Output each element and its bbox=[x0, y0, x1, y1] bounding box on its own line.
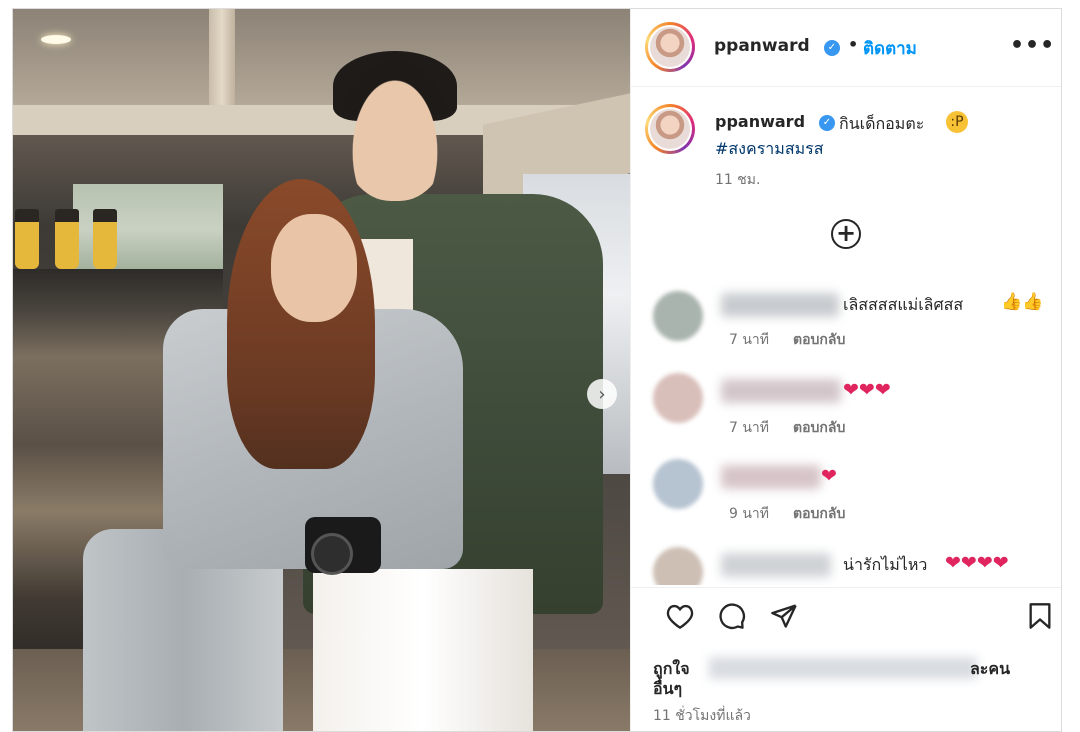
photo-camera bbox=[305, 517, 381, 575]
comment-text: น่ารักไม่ไหว bbox=[843, 555, 928, 574]
comment-reply-button[interactable]: ตอบกลับ bbox=[793, 329, 845, 351]
bookmark-icon bbox=[1029, 603, 1051, 629]
comment-timestamp: 9 นาที bbox=[729, 506, 770, 522]
photo-man-pants bbox=[313, 569, 533, 731]
comment-avatar[interactable] bbox=[653, 547, 703, 585]
more-options-icon[interactable]: ••• bbox=[1010, 33, 1055, 58]
carousel-next-button[interactable]: › bbox=[587, 379, 617, 409]
caption-hashtag[interactable]: #สงครามสมรส bbox=[715, 137, 823, 162]
thumbs-up-emoji-icon: 👍👍 bbox=[1001, 292, 1044, 312]
heart-emoji-icon: ❤❤❤ bbox=[843, 379, 891, 401]
chevron-right-icon: › bbox=[598, 383, 606, 405]
verified-badge-icon: ✓ bbox=[824, 40, 840, 56]
header-separator: • bbox=[848, 35, 859, 54]
post-timestamp: 11 ชั่วโมงที่แล้ว bbox=[653, 708, 751, 724]
photo-cups bbox=[13, 209, 133, 271]
comment-item: เลิสสสสแม่เลิศสส 👍👍 7 นาที ตอบกลับ bbox=[631, 285, 1061, 365]
comment-username-blurred bbox=[721, 553, 831, 577]
post-header: ppanward ✓ • ติดตาม ••• bbox=[631, 9, 1061, 87]
comment-reply-button[interactable]: ตอบกลับ bbox=[793, 417, 845, 439]
like-button[interactable] bbox=[665, 601, 695, 631]
header-username[interactable]: ppanward bbox=[714, 36, 810, 56]
likes-names-blurred bbox=[709, 657, 977, 679]
squinting-tongue-emoji-icon: :P bbox=[946, 111, 968, 133]
comment-avatar[interactable] bbox=[653, 373, 703, 423]
comment-item: ❤ 9 นาที ตอบกลับ bbox=[631, 455, 1061, 535]
photo-woman-face bbox=[271, 214, 357, 322]
follow-button[interactable]: ติดตาม bbox=[863, 35, 917, 62]
load-more-comments-icon[interactable]: + bbox=[831, 219, 861, 249]
comment-timestamp: 7 นาที bbox=[729, 332, 770, 348]
comment-reply-button[interactable]: ตอบกลับ bbox=[793, 503, 845, 525]
comment-username-blurred bbox=[721, 293, 839, 317]
likes-suffix[interactable]: ละคน bbox=[970, 657, 1010, 682]
header-avatar[interactable] bbox=[645, 22, 695, 72]
comment-timestamp: 7 นาที bbox=[729, 420, 770, 436]
save-button[interactable] bbox=[1025, 601, 1055, 631]
comment-username-blurred bbox=[721, 465, 821, 489]
caption-username[interactable]: ppanward bbox=[715, 112, 805, 131]
caption-avatar[interactable] bbox=[645, 104, 695, 154]
post-photo[interactable]: › bbox=[13, 9, 630, 731]
paper-plane-icon bbox=[771, 604, 797, 628]
post-side-panel: ppanward ✓ • ติดตาม ••• ppanward ✓ กินเด… bbox=[630, 9, 1061, 731]
photo-lamp bbox=[41, 35, 71, 44]
comment-avatar[interactable] bbox=[653, 459, 703, 509]
heart-outline-icon bbox=[666, 604, 694, 629]
actions-divider bbox=[631, 587, 1061, 588]
comment-username-blurred bbox=[721, 379, 841, 403]
share-button[interactable] bbox=[769, 601, 799, 631]
verified-badge-icon: ✓ bbox=[819, 115, 835, 131]
comment-avatar[interactable] bbox=[653, 291, 703, 341]
comment-item: ❤❤❤ 7 นาที ตอบกลับ bbox=[631, 369, 1061, 449]
comment-item: น่ารักไม่ไหว ❤❤❤❤ bbox=[631, 541, 1061, 585]
comment-button[interactable] bbox=[717, 601, 747, 631]
heart-emoji-icon: ❤❤❤❤ bbox=[945, 552, 1009, 574]
comment-text: เลิสสสสแม่เลิศสส bbox=[843, 295, 964, 314]
comment-bubble-icon bbox=[719, 603, 746, 630]
caption-timestamp: 11 ชม. bbox=[715, 172, 761, 188]
heart-emoji-icon: ❤ bbox=[821, 465, 837, 487]
likes-others[interactable]: อื่นๆ bbox=[653, 677, 682, 702]
caption-text: กินเด็กอมตะ bbox=[839, 114, 925, 133]
post-modal: › ppanward ✓ • ติดตาม ••• ppanward ✓ กิน… bbox=[12, 8, 1062, 732]
photo-man-face bbox=[341, 61, 449, 201]
